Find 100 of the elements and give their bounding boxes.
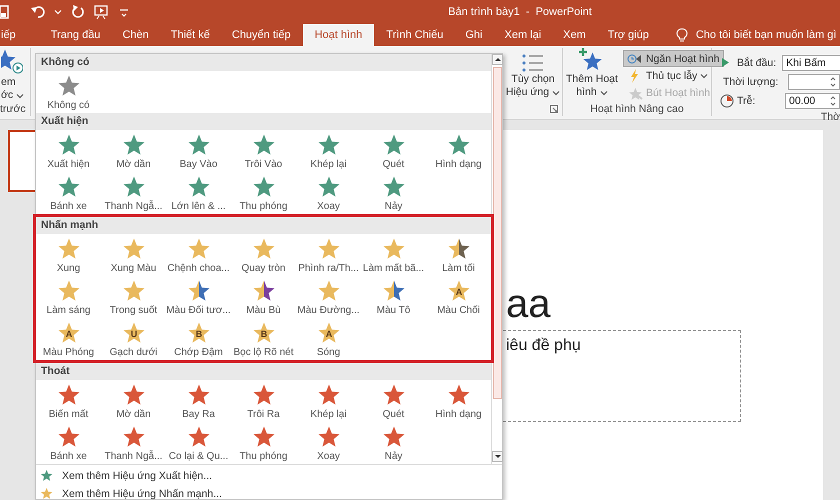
animation-effect[interactable]: Thu phóng <box>231 172 296 214</box>
animation-effect[interactable]: Màu Đường... <box>296 276 361 318</box>
ribbon-tab[interactable]: Chuyển tiếp <box>222 24 301 46</box>
star-icon: A <box>316 320 340 344</box>
ribbon-tab[interactable]: Trợ giúp <box>598 24 659 46</box>
dropdown-field[interactable]: Khi Bấm <box>782 54 840 70</box>
animation-effect[interactable]: Làm mất bã... <box>361 234 426 276</box>
lightbulb-icon <box>676 28 688 42</box>
caret-icon <box>54 9 62 15</box>
dialog-launcher-icon <box>550 105 558 113</box>
animation-effect[interactable]: Mờ dần <box>101 380 166 422</box>
animation-effect[interactable]: Bay Vào <box>166 130 231 172</box>
field-label: Trễ: <box>737 94 756 106</box>
animation-effect[interactable]: Làm tối <box>426 234 491 276</box>
group-label: trước <box>0 102 27 116</box>
animation-effect[interactable]: Chệnh choa... <box>166 234 231 276</box>
animation-effect[interactable]: Lớn lên & ... <box>166 172 231 214</box>
redo-icon <box>71 4 85 20</box>
star-icon: A <box>446 278 470 302</box>
subtitle-text: iêu đề phụ <box>506 337 581 354</box>
animation-effect[interactable]: Màu Bù <box>231 276 296 318</box>
animation-effect[interactable]: Màu Đối tươ... <box>166 276 231 318</box>
animation-effect[interactable]: Biến mất <box>36 380 101 422</box>
animation-effect[interactable]: U Gạch dưới <box>101 318 166 360</box>
scrollbar-thumb[interactable] <box>493 67 502 399</box>
field-label: Bắt đầu: <box>737 56 776 68</box>
animation-effect[interactable]: Trong suốt <box>101 276 166 318</box>
animation-effect[interactable]: Bánh xe <box>36 422 101 464</box>
animation-effect[interactable]: Xung Màu <box>101 234 166 276</box>
section-header: Thoát <box>36 363 491 380</box>
more-effects-link[interactable]: Xem thêm Hiệu ứng Nhấn mạnh... <box>40 485 222 500</box>
ribbon-tab[interactable]: Thiết kế <box>160 24 220 46</box>
ribbon-button[interactable]: Ngăn Hoạt hình <box>622 50 724 67</box>
animation-effect[interactable]: Làm sáng <box>36 276 101 318</box>
animation-effect[interactable]: Quét <box>361 380 426 422</box>
animation-effect[interactable]: Mờ dần <box>101 130 166 172</box>
ribbon-tab[interactable]: Chèn <box>112 24 159 46</box>
timer-icon <box>720 94 734 108</box>
animation-effect[interactable]: Hình dạng <box>426 380 491 422</box>
animation-effect[interactable]: Nảy <box>361 422 426 464</box>
more-effects-link[interactable]: Xem thêm Hiệu ứng Xuất hiện... <box>40 467 212 485</box>
ribbon-tab[interactable]: Xem <box>553 24 596 46</box>
animation-effect[interactable]: Trôi Ra <box>231 380 296 422</box>
window-title: Bản trình bày1 - PowerPoint <box>447 6 593 18</box>
scroll-down-button[interactable] <box>492 451 503 462</box>
group-label: Thờ <box>820 110 840 124</box>
animation-effect[interactable]: Thanh Ngẫ... <box>101 172 166 214</box>
spinner-field[interactable]: 00.00 <box>785 92 840 108</box>
effect-options-button[interactable]: Tùy chọn Hiệu ứng <box>502 51 564 101</box>
spinner-field[interactable] <box>788 74 840 90</box>
ribbon-tab[interactable]: Trang đầu <box>40 24 110 46</box>
add-animation-button[interactable]: Thêm Hoạt hình <box>563 48 621 99</box>
animation-effect[interactable]: Bay Ra <box>166 380 231 422</box>
animation-effect[interactable]: Xoay <box>296 422 361 464</box>
undo-icon <box>31 4 45 20</box>
group-label: Hoạt hình Nâng cao <box>589 102 685 116</box>
animation-effect[interactable]: Phình ra/Th... <box>296 234 361 276</box>
tell-me-search[interactable]: Cho tôi biết bạn muốn làm gì <box>676 24 836 46</box>
animation-effect[interactable]: B Chớp Đậm <box>166 318 231 360</box>
animation-effect[interactable]: Trôi Vào <box>231 130 296 172</box>
animation-effect[interactable]: Xung <box>36 234 101 276</box>
slide-thumbnail[interactable] <box>8 130 35 192</box>
star-icon: U <box>122 320 146 344</box>
animation-effect[interactable]: A Màu Chối <box>426 276 491 318</box>
slideshow-icon <box>94 4 110 20</box>
animation-effect[interactable]: Quay tròn <box>231 234 296 276</box>
spin-arrows-icon <box>830 76 836 88</box>
scroll-up-button[interactable] <box>492 54 503 65</box>
animation-effect[interactable]: Khép lại <box>296 130 361 172</box>
animation-effect[interactable]: Khép lại <box>296 380 361 422</box>
ribbon-tab[interactable]: Xem lại <box>494 24 552 46</box>
animation-effect[interactable]: Nảy <box>361 172 426 214</box>
animation-effect[interactable]: Màu Tô <box>361 276 426 318</box>
animation-effect[interactable]: Co lại & Qu... <box>166 422 231 464</box>
down-arrow-icon <box>494 454 500 459</box>
animation-effect[interactable]: A Màu Phóng <box>36 318 101 360</box>
section-header: Không có <box>36 54 491 71</box>
ribbon-tab[interactable]: Trình Chiếu <box>376 24 454 46</box>
animation-effect[interactable]: A Sóng <box>296 318 361 360</box>
spin-arrows-icon <box>830 94 836 106</box>
slide-title: aa <box>505 281 550 327</box>
star-icon: B <box>252 320 276 344</box>
star-icon: B <box>186 320 210 344</box>
animation-effect[interactable]: B Bọc lộ Rõ nét <box>231 318 296 360</box>
up-arrow-icon <box>494 57 500 62</box>
animation-effect[interactable]: Xoay <box>296 172 361 214</box>
animation-effect[interactable]: Quét <box>361 130 426 172</box>
animation-effect[interactable]: Xuất hiện <box>36 130 101 172</box>
animation-effect[interactable]: Bánh xe <box>36 172 101 214</box>
animation-effect[interactable]: Không có <box>36 71 101 113</box>
animation-effect[interactable]: Thu phóng <box>231 422 296 464</box>
preview-button[interactable]: em ớc <box>0 48 24 102</box>
list-icon <box>521 53 545 73</box>
animation-effect[interactable]: Hình dạng <box>426 130 491 172</box>
animation-effect[interactable]: Thanh Ngẫ... <box>101 422 166 464</box>
ribbon-tab[interactable]: Ghi <box>455 24 492 46</box>
ribbon-tab[interactable]: iếp <box>1 24 26 46</box>
ribbon-button[interactable]: Thủ tục lẫy <box>622 67 724 84</box>
field-label: Thời lượng: <box>723 76 778 88</box>
ribbon-tab[interactable]: Hoạt hình <box>302 24 374 46</box>
